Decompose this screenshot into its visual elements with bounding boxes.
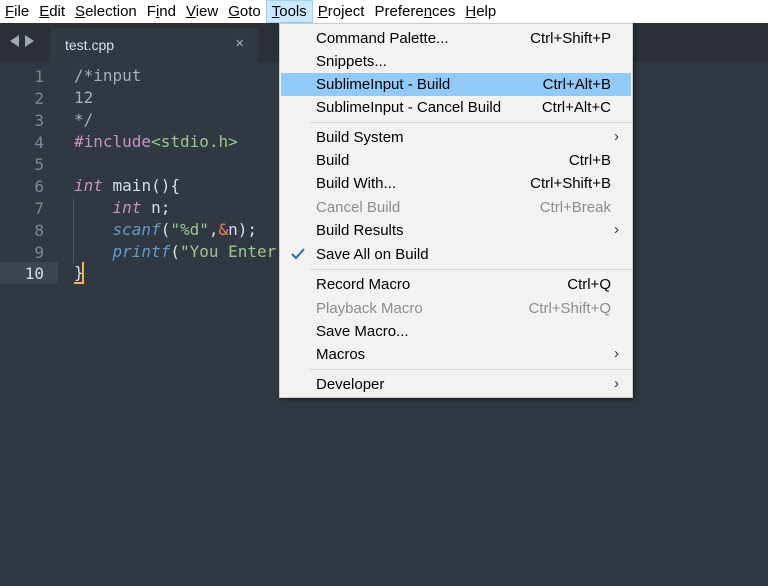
menu-project[interactable]: Project (313, 0, 370, 23)
menu-bar: File Edit Selection Find View Goto Tools… (0, 0, 768, 23)
menu-help[interactable]: Help (460, 0, 501, 23)
line-number: 1 (34, 67, 44, 86)
line-number: 3 (34, 111, 44, 130)
code-text: printf("You Enter (112, 242, 277, 261)
code-text: scanf("%d",&n); (112, 220, 258, 239)
menu-separator (310, 269, 632, 270)
code-text: int n; (112, 198, 171, 217)
menu-item-sublimeinput-build[interactable]: SublimeInput - Build Ctrl+Alt+B (281, 73, 631, 96)
line-number: 8 (34, 221, 44, 240)
menu-tools[interactable]: Tools (265, 0, 313, 23)
menu-item-snippets[interactable]: Snippets... (281, 50, 631, 73)
tab-label: test.cpp (65, 37, 115, 53)
menu-item-build-system[interactable]: Build System › (281, 126, 631, 149)
chevron-right-icon: › (614, 221, 619, 238)
code-text: int main(){ (74, 176, 180, 195)
code-text: */ (74, 110, 94, 129)
chevron-right-icon: › (614, 128, 619, 145)
line-number: 9 (34, 243, 44, 262)
menu-item-save-all-on-build[interactable]: Save All on Build (281, 243, 631, 266)
tab-test-cpp[interactable]: test.cpp × (50, 28, 258, 62)
text-cursor (82, 262, 84, 284)
menu-item-record-macro[interactable]: Record Macro Ctrl+Q (281, 273, 631, 296)
line-number: 10 (24, 264, 44, 283)
menu-item-build-with[interactable]: Build With... Ctrl+Shift+B (281, 172, 631, 195)
tab-nav (10, 35, 34, 47)
tab-next-icon[interactable] (25, 35, 34, 47)
menu-item-build[interactable]: Build Ctrl+B (281, 149, 631, 172)
menu-item-cancel-build: Cancel Build Ctrl+Break (316, 199, 611, 216)
line-number: 5 (34, 155, 44, 174)
menu-item-macros[interactable]: Macros › (281, 343, 631, 366)
menu-item-save-macro[interactable]: Save Macro... (281, 320, 631, 343)
line-number: 2 (34, 89, 44, 108)
menu-selection[interactable]: Selection (70, 0, 142, 23)
line-number: 4 (34, 133, 44, 152)
menu-item-build-results[interactable]: Build Results › (281, 219, 631, 242)
menu-preferences[interactable]: Preferences (369, 0, 460, 23)
line-number: 7 (34, 199, 44, 218)
menu-file[interactable]: File (0, 0, 34, 23)
indent-guide (73, 197, 74, 263)
chevron-right-icon: › (614, 345, 619, 362)
menu-item-command-palette[interactable]: Command Palette... Ctrl+Shift+P (281, 27, 631, 50)
menu-item-playback-macro: Playback Macro Ctrl+Shift+Q (316, 300, 611, 317)
code-text: 12 (74, 88, 94, 107)
line-number: 6 (34, 177, 44, 196)
code-text: /*input (74, 66, 142, 85)
menu-view[interactable]: View (181, 0, 223, 23)
menu-find[interactable]: Find (142, 0, 181, 23)
close-icon[interactable]: × (235, 35, 244, 52)
code-text: #include<stdio.h> (74, 132, 238, 151)
checkmark-icon (291, 248, 305, 260)
tab-prev-icon[interactable] (10, 35, 19, 47)
menu-edit[interactable]: Edit (34, 0, 70, 23)
menu-item-sublimeinput-cancel-build[interactable]: SublimeInput - Cancel Build Ctrl+Alt+C (281, 96, 631, 119)
chevron-right-icon: › (614, 375, 619, 392)
menu-item-developer[interactable]: Developer › (281, 373, 631, 396)
menu-separator (310, 122, 632, 123)
menu-goto[interactable]: Goto (223, 0, 266, 23)
tools-dropdown-menu: Command Palette... Ctrl+Shift+P Snippets… (279, 23, 633, 398)
menu-separator (310, 369, 632, 370)
